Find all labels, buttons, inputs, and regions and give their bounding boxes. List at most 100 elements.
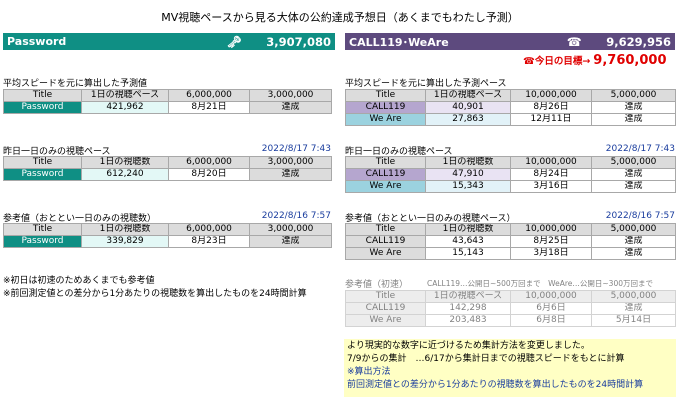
milestone-date: 達成 xyxy=(591,113,676,126)
table-row: Password 339,829 8月23日 達成 xyxy=(3,235,332,248)
table-row: CALL119 47,910 8月24日 達成 xyxy=(345,168,676,181)
phone-icon: ☎ xyxy=(566,34,582,49)
info-line: 前回測定値との差分から1分あたりの視聴数を算出したものを24時間計算 xyxy=(347,380,644,390)
page-title: MV視聴ペースから見る大体の公約達成予想日（あくまでもわたし予測） xyxy=(161,11,519,24)
row-label: We Are xyxy=(345,314,426,327)
row-label: Password xyxy=(3,235,82,248)
daily-views: 15,343 xyxy=(425,180,511,193)
note-line: ※初日は初速のためあくまでも参考値 xyxy=(3,276,155,286)
milestone-date: 8月24日 xyxy=(510,168,592,181)
milestone-date: 8月26日 xyxy=(510,101,592,114)
right-initial-note: CALL119…公開日~500万回まで WeAre…公開日~300万回まで xyxy=(427,279,653,288)
column-header: 1日の視聴ペース xyxy=(81,89,169,102)
method-info-box: より現実的な数字に近づけるため集計方法を変更しました。 7/9からの集計 …6/… xyxy=(344,339,676,397)
column-header: Title xyxy=(345,290,426,303)
column-header: 5,000,000 xyxy=(591,223,676,236)
column-header: Title xyxy=(3,223,82,236)
milestone-date: 6月8日 xyxy=(510,314,592,327)
table-row: We Are 203,483 6月8日 5月14日 xyxy=(345,314,676,327)
daily-views: 612,240 xyxy=(81,168,169,181)
milestone-date: 達成 xyxy=(591,180,676,193)
row-label: We Are xyxy=(345,113,426,126)
column-header: 6,000,000 xyxy=(168,89,250,102)
column-header: Title xyxy=(3,89,82,102)
table-row: Password 421,962 8月21日 達成 xyxy=(3,101,332,114)
column-header: Title xyxy=(345,156,426,169)
left-reference-date: 2022/8/16 7:57 xyxy=(261,211,331,221)
column-header: 3,000,000 xyxy=(249,156,332,169)
key-icon: 🗝 xyxy=(226,34,242,49)
row-label: Password xyxy=(3,168,82,181)
info-line: 7/9からの集計 …6/17から集計日までの視聴スピードをもとに計算 xyxy=(347,354,625,364)
column-header: 3,000,000 xyxy=(249,89,332,102)
column-header: 10,000,000 xyxy=(510,89,592,102)
column-header: 1日の視聴数 xyxy=(81,156,169,169)
left-reference-table: Title 1日の視聴数 6,000,000 3,000,000 Passwor… xyxy=(3,223,332,248)
table-row: CALL119 43,643 8月25日 達成 xyxy=(345,235,676,248)
milestone-date: 達成 xyxy=(249,168,332,181)
password-header-name: Password xyxy=(7,35,67,48)
milestone-date: 8月21日 xyxy=(168,101,250,114)
column-header: 1日の視聴数 xyxy=(425,223,511,236)
table-row: We Are 15,143 3月18日 達成 xyxy=(345,247,676,260)
milestone-date: 達成 xyxy=(591,168,676,181)
right-initial-title: 参考値（初速） xyxy=(345,280,409,290)
column-header: 3,000,000 xyxy=(249,223,332,236)
milestone-date: 達成 xyxy=(591,235,676,248)
todays-goal: ☎今日の目標→ 9,760,000 xyxy=(523,53,667,68)
right-yesterday-table: Title 1日の視聴数 10,000,000 5,000,000 CALL11… xyxy=(345,156,676,193)
column-header: 1日の視聴数 xyxy=(425,156,511,169)
column-header: Title xyxy=(345,223,426,236)
milestone-date: 3月18日 xyxy=(510,247,592,260)
column-header: Title xyxy=(345,89,426,102)
column-header: 10,000,000 xyxy=(510,290,592,303)
row-label: We Are xyxy=(345,180,426,193)
daily-views: 15,143 xyxy=(425,247,511,260)
milestone-date: 達成 xyxy=(249,235,332,248)
row-label: We Are xyxy=(345,247,426,260)
milestone-date: 12月11日 xyxy=(510,113,592,126)
milestone-date: 8月23日 xyxy=(168,235,250,248)
column-header: Title xyxy=(3,156,82,169)
info-line: より現実的な数字に近づけるため集計方法を変更しました。 xyxy=(347,341,590,351)
right-avg-title: 平均スピードを元に算出した予測ペース xyxy=(345,79,507,89)
daily-pace: 142,298 xyxy=(425,302,511,315)
milestone-date: 3月16日 xyxy=(510,180,592,193)
column-header: 6,000,000 xyxy=(168,223,250,236)
info-line: ※算出方法 xyxy=(347,367,391,377)
callweare-header-name: CALL119･WeAre xyxy=(349,35,449,49)
password-header: Password 🗝 3,907,080 xyxy=(3,33,335,50)
milestone-date: 6月6日 xyxy=(510,302,592,315)
milestone-date: 8月20日 xyxy=(168,168,250,181)
right-avg-table: Title 1日の視聴ペース 10,000,000 5,000,000 CALL… xyxy=(345,89,676,126)
callweare-total-views: 9,629,956 xyxy=(606,34,671,49)
column-header: 1日の視聴数 xyxy=(81,223,169,236)
note-line: ※前回測定値との差分から1分あたりの視聴数を算出したものを24時間計算 xyxy=(3,289,307,299)
daily-views: 339,829 xyxy=(81,235,169,248)
milestone-date: 達成 xyxy=(591,302,676,315)
table-row: We Are 27,863 12月11日 達成 xyxy=(345,113,676,126)
right-reference-table: Title 1日の視聴数 10,000,000 5,000,000 CALL11… xyxy=(345,223,676,260)
goal-label: ☎今日の目標→ xyxy=(523,56,591,67)
left-avg-table: Title 1日の視聴ペース 6,000,000 3,000,000 Passw… xyxy=(3,89,332,114)
milestone-date: 達成 xyxy=(591,101,676,114)
row-label: CALL119 xyxy=(345,235,426,248)
row-label: CALL119 xyxy=(345,101,426,114)
left-avg-title: 平均スピードを元に算出した予測値 xyxy=(3,79,148,89)
daily-pace: 203,483 xyxy=(425,314,511,327)
callweare-header: CALL119･WeAre ☎ 9,629,956 xyxy=(345,33,675,50)
column-header: 10,000,000 xyxy=(510,223,592,236)
milestone-date: 8月25日 xyxy=(510,235,592,248)
daily-pace: 421,962 xyxy=(81,101,169,114)
left-yesterday-table: Title 1日の視聴数 6,000,000 3,000,000 Passwor… xyxy=(3,156,332,181)
goal-value: 9,760,000 xyxy=(593,53,667,68)
left-notes: ※初日は初速のためあくまでも参考値 ※前回測定値との差分から1分あたりの視聴数を… xyxy=(3,275,307,301)
column-header: 5,000,000 xyxy=(591,89,676,102)
table-row: Password 612,240 8月20日 達成 xyxy=(3,168,332,181)
milestone-date: 5月14日 xyxy=(591,314,676,327)
milestone-date: 達成 xyxy=(591,247,676,260)
table-row: CALL119 142,298 6月6日 達成 xyxy=(345,302,676,315)
password-total-views: 3,907,080 xyxy=(266,34,331,49)
column-header: 1日の視聴ペース xyxy=(425,290,511,303)
column-header: 10,000,000 xyxy=(510,156,592,169)
